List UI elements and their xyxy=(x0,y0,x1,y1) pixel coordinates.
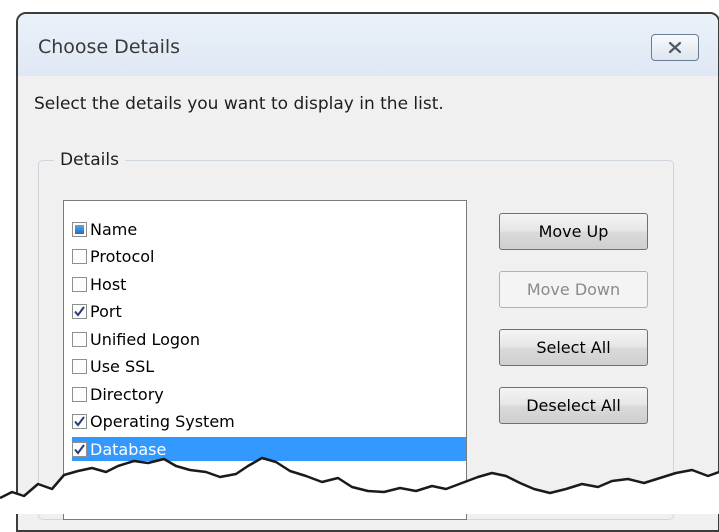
list-item-name[interactable]: Name xyxy=(72,217,466,241)
list-item-host[interactable]: Host xyxy=(72,272,466,296)
move-down-button[interactable]: Move Down xyxy=(499,271,648,308)
list-item-label: Operating System xyxy=(90,411,235,431)
list-item-directory[interactable]: Directory xyxy=(72,382,466,406)
checkbox[interactable] xyxy=(72,248,87,264)
list-item-unified-logon[interactable]: Unified Logon xyxy=(72,327,466,351)
list-item-label: Protocol xyxy=(90,246,155,266)
list-item-label: Port xyxy=(90,301,122,321)
details-group-label: Details xyxy=(54,150,125,170)
close-icon xyxy=(668,41,682,54)
checkbox[interactable] xyxy=(72,413,87,429)
checkbox[interactable] xyxy=(72,276,87,292)
list-item-label: Database xyxy=(90,439,167,459)
select-all-button[interactable]: Select All xyxy=(499,329,648,366)
checkbox[interactable] xyxy=(72,358,87,374)
list-item-label: Directory xyxy=(90,384,164,404)
details-listbox[interactable]: Name Protocol Host Port Unified Logon Us… xyxy=(63,200,467,520)
list-item-label: Unified Logon xyxy=(90,329,200,349)
title-bar[interactable]: Choose Details xyxy=(18,14,718,76)
list-item-label: Name xyxy=(90,219,138,239)
list-item-label: Host xyxy=(90,274,127,294)
checkbox[interactable] xyxy=(72,386,87,402)
dialog-title: Choose Details xyxy=(38,36,181,58)
deselect-all-button[interactable]: Deselect All xyxy=(499,387,648,424)
checkbox[interactable] xyxy=(72,331,87,347)
checkmark-icon xyxy=(74,415,85,427)
move-up-button[interactable]: Move Up xyxy=(499,213,648,250)
list-item-use-ssl[interactable]: Use SSL xyxy=(72,354,466,378)
list-item-operating-system[interactable]: Operating System xyxy=(72,409,466,433)
checkbox[interactable] xyxy=(72,303,87,319)
instruction-text: Select the details you want to display i… xyxy=(34,94,444,114)
list-item-label: Use SSL xyxy=(90,356,155,376)
checkbox[interactable] xyxy=(72,221,87,237)
list-item-protocol[interactable]: Protocol xyxy=(72,244,466,268)
list-item-database[interactable]: Database xyxy=(72,437,466,461)
checkmark-icon xyxy=(74,443,85,455)
checkbox[interactable] xyxy=(72,441,87,457)
checkmark-icon xyxy=(74,305,85,317)
list-item-port[interactable]: Port xyxy=(72,299,466,323)
close-button[interactable] xyxy=(651,34,699,61)
